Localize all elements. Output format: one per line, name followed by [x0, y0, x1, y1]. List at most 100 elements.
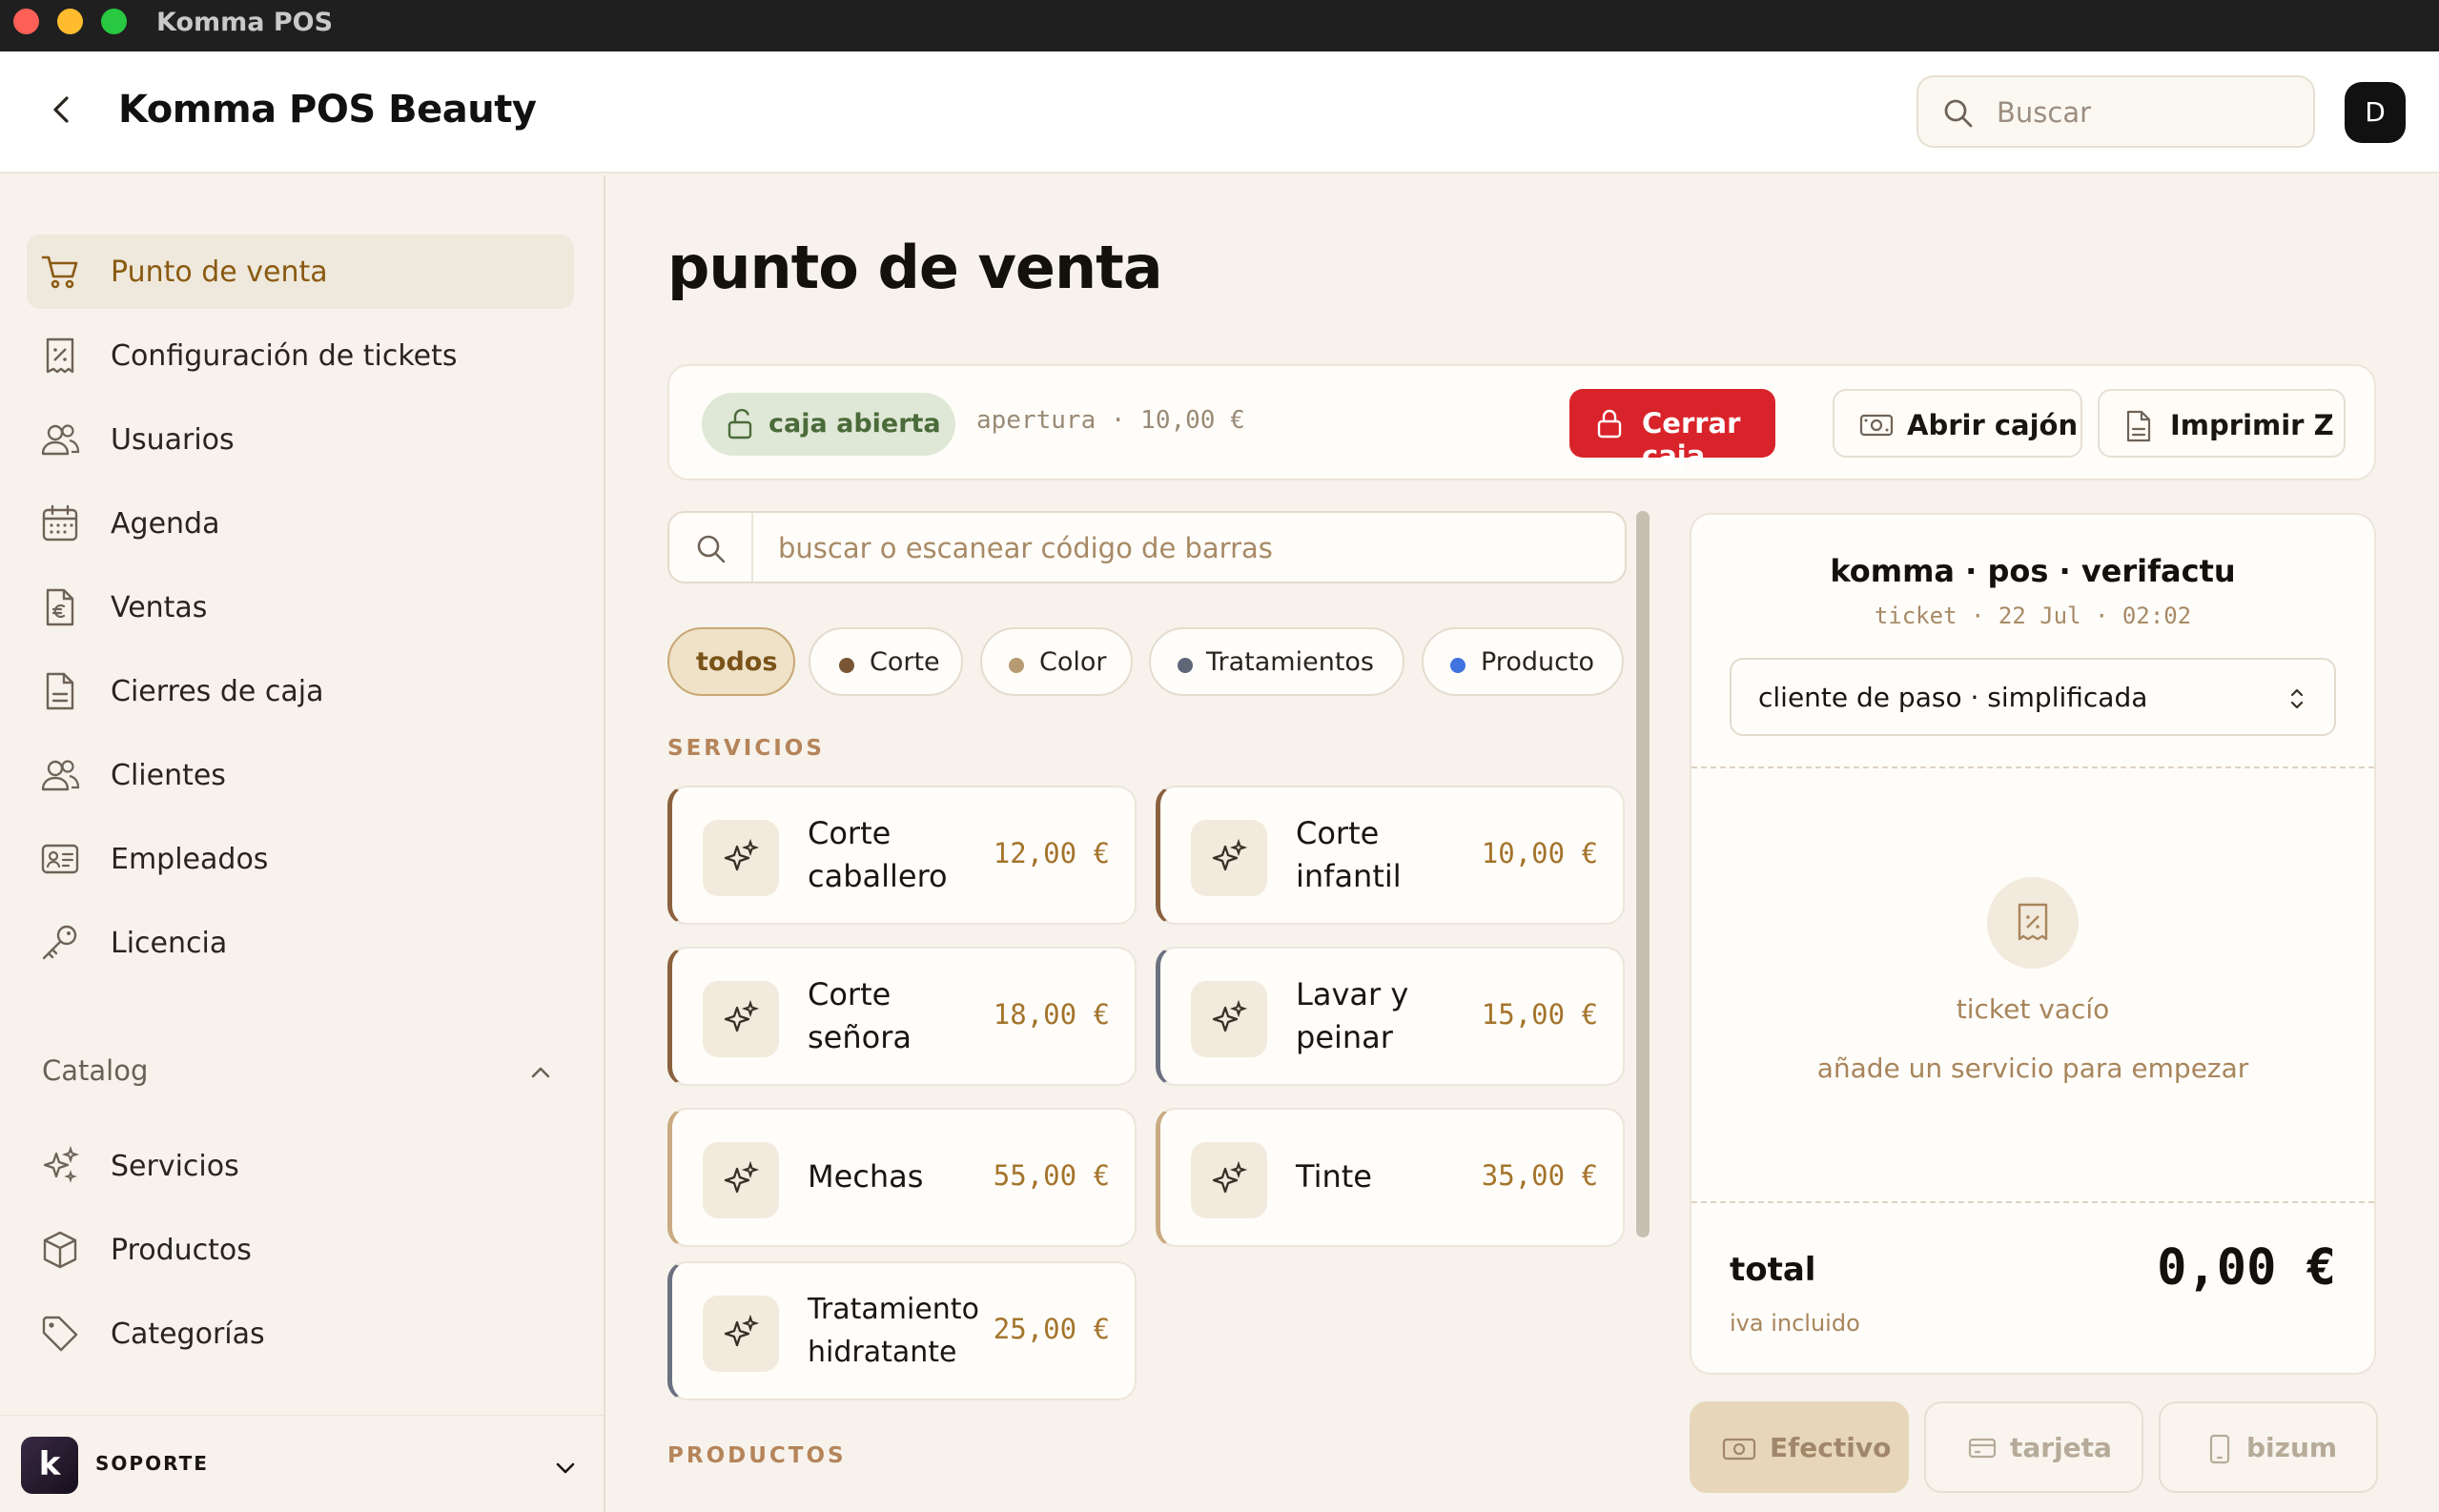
sparkles-icon: [43, 1146, 80, 1183]
sidebar-item-categorias[interactable]: Categorías: [27, 1297, 574, 1371]
receipt-percent-icon: [2018, 903, 2048, 941]
window-title: Komma POS: [156, 8, 334, 37]
support-footer[interactable]: k SOPORTE: [0, 1415, 604, 1512]
service-card[interactable]: Tinte 35,00 €: [1156, 1108, 1625, 1247]
service-name: Tratamiento hidratante: [808, 1293, 979, 1369]
chevron-up-icon[interactable]: [526, 1058, 555, 1087]
window-close-button[interactable]: [13, 9, 39, 34]
service-price: 18,00 €: [993, 998, 1110, 1031]
print-z-label: Imprimir Z: [2170, 409, 2334, 441]
service-card[interactable]: Mechas 55,00 €: [667, 1108, 1137, 1247]
service-icon-box: [1191, 1142, 1267, 1218]
service-price: 55,00 €: [993, 1159, 1110, 1192]
box-icon: [43, 1231, 77, 1269]
sidebar-item-clientes[interactable]: Clientes: [27, 738, 574, 812]
sidebar-item-ventas[interactable]: Ventas: [27, 570, 574, 644]
close-register-button[interactable]: Cerrar caja: [1569, 389, 1775, 472]
service-icon-box: [703, 981, 779, 1057]
open-drawer-label: Abrir cajón: [1907, 409, 2079, 441]
pay-bizum-button[interactable]: bizum: [2159, 1401, 2378, 1493]
sidebar-item-label: Servicios: [111, 1150, 239, 1183]
service-icon-box: [703, 1296, 779, 1372]
window-titlebar: Komma POS: [0, 0, 2439, 51]
sparkles-icon: [1212, 1161, 1248, 1194]
service-icon-box: [1191, 981, 1267, 1057]
sidebar-item-agenda[interactable]: Agenda: [27, 486, 574, 561]
service-name: Tinte: [1296, 1158, 1372, 1195]
search-icon: [1944, 99, 1973, 128]
filter-chip-tratamientos[interactable]: Tratamientos: [1149, 627, 1404, 696]
sidebar-item-empleados[interactable]: Empleados: [27, 822, 574, 896]
sidebar-item-servicios[interactable]: Servicios: [27, 1129, 574, 1203]
sparkles-icon: [1212, 1000, 1248, 1032]
pay-card-button[interactable]: tarjeta: [1924, 1401, 2143, 1493]
service-card[interactable]: Tratamiento hidratante 25,00 €: [667, 1261, 1137, 1400]
support-label: SOPORTE: [95, 1452, 209, 1475]
chevron-down-icon[interactable]: [551, 1454, 580, 1482]
category-dot: [839, 658, 854, 673]
service-name: Lavar y peinar: [1296, 976, 1409, 1055]
sidebar-item-label: Usuarios: [111, 423, 235, 457]
sparkles-icon: [724, 1000, 760, 1032]
window-minimize-button[interactable]: [57, 9, 83, 34]
back-button[interactable]: [38, 86, 86, 133]
cash-status-label: caja abierta: [769, 409, 941, 439]
service-price: 10,00 €: [1481, 837, 1598, 869]
customer-select[interactable]: cliente de paso · simplificada: [1730, 658, 2336, 736]
window-maximize-button[interactable]: [101, 9, 127, 34]
products-heading: PRODUCTOS: [667, 1443, 847, 1468]
ticket-divider: [1691, 1201, 2374, 1203]
sidebar-item-label: Punto de venta: [111, 255, 328, 289]
filter-chip-color[interactable]: Color: [980, 627, 1133, 696]
sidebar-item-usuarios[interactable]: Usuarios: [27, 402, 574, 477]
app-title: Komma POS Beauty: [118, 88, 537, 132]
receipt-percent-icon: [46, 337, 74, 374]
global-search-input[interactable]: Buscar: [1916, 75, 2315, 148]
filter-chip-producto[interactable]: Producto: [1422, 627, 1624, 696]
filter-chip-todos[interactable]: todos: [667, 627, 795, 696]
cash-icon: [1859, 414, 1894, 437]
empty-ticket-icon-circle: [1987, 877, 2079, 969]
ticket-divider: [1691, 766, 2374, 768]
chevron-left-icon: [53, 96, 69, 123]
sidebar-item-cierres-de-caja[interactable]: Cierres de caja: [27, 654, 574, 728]
pay-cash-button[interactable]: Efectivo: [1690, 1401, 1909, 1493]
service-card[interactable]: Lavar y peinar 15,00 €: [1156, 947, 1625, 1086]
sidebar-item-label: Categorías: [111, 1318, 265, 1351]
catalog-section-heading[interactable]: Catalog: [42, 1054, 148, 1087]
euro-document-icon: [46, 588, 74, 626]
sidebar-item-licencia[interactable]: Licencia: [27, 906, 574, 980]
key-icon: [42, 925, 77, 960]
filter-chip-corte[interactable]: Corte: [809, 627, 963, 696]
empty-ticket-title: ticket vacío: [1956, 993, 2110, 1025]
open-drawer-button[interactable]: Abrir cajón: [1833, 389, 2082, 458]
total-label: total: [1730, 1251, 1816, 1289]
unlock-icon: [728, 408, 752, 439]
filter-chip-label: Color: [1039, 647, 1107, 677]
service-icon-box: [703, 820, 779, 896]
service-card[interactable]: Corte caballero 12,00 €: [667, 786, 1137, 925]
print-z-button[interactable]: Imprimir Z: [2098, 389, 2346, 458]
service-card[interactable]: Corte infantil 10,00 €: [1156, 786, 1625, 925]
sidebar-item-label: Configuración de tickets: [111, 339, 458, 373]
sparkles-icon: [1212, 839, 1248, 871]
sparkles-icon: [724, 839, 760, 871]
sidebar-item-label: Ventas: [111, 591, 208, 624]
filter-chip-label: Corte: [870, 647, 940, 677]
cash-icon: [1722, 1438, 1756, 1461]
service-card[interactable]: Corte señora 18,00 €: [667, 947, 1137, 1086]
document-icon: [46, 672, 74, 710]
card-icon: [1968, 1438, 1997, 1459]
sidebar-item-productos[interactable]: Productos: [27, 1213, 574, 1287]
catalog-scrollbar[interactable]: [1636, 511, 1650, 1237]
ticket-brand: komma · pos · verifactu: [1830, 553, 2236, 589]
barcode-search-input[interactable]: buscar o escanear código de barras: [667, 511, 1627, 583]
sidebar-item-punto-de-venta[interactable]: Punto de venta: [27, 235, 574, 309]
user-avatar[interactable]: D: [2345, 82, 2406, 143]
pay-cash-label: Efectivo: [1770, 1432, 1892, 1463]
service-icon-box: [1191, 820, 1267, 896]
app-header: Komma POS Beauty Buscar D: [0, 51, 2439, 174]
service-price: 12,00 €: [993, 837, 1110, 869]
sidebar-item-configuracion-tickets[interactable]: Configuración de tickets: [27, 318, 574, 393]
service-name: Corte infantil: [1296, 815, 1402, 894]
